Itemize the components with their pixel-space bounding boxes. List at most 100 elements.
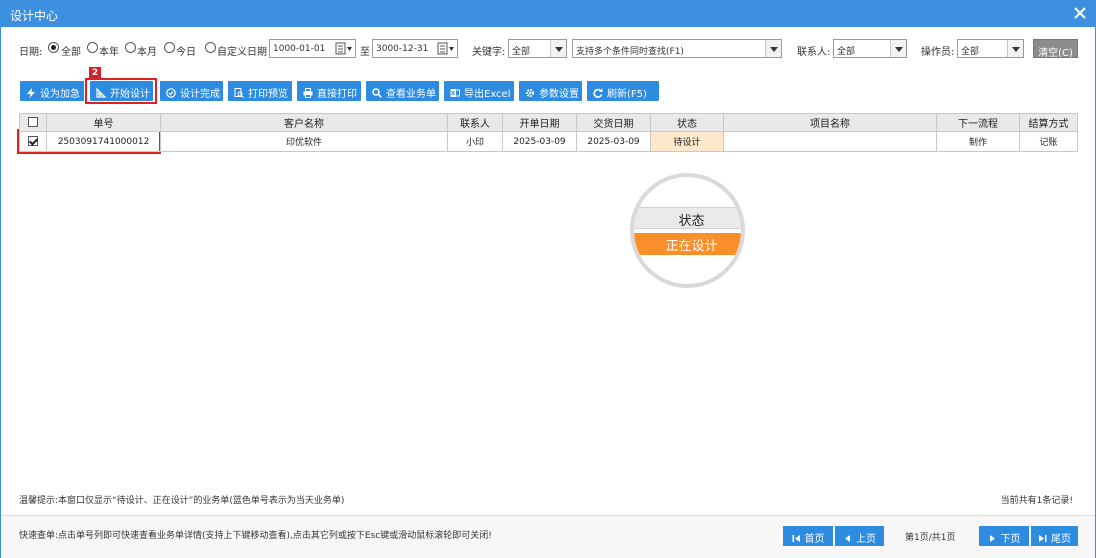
prev-page-icon — [845, 535, 850, 542]
radio-custom[interactable] — [205, 42, 216, 53]
date-label: 日期: — [19, 47, 43, 58]
last-page-label: 尾页 — [1051, 534, 1071, 545]
search-icon — [372, 88, 382, 98]
calendar-dropdown-icon[interactable] — [335, 41, 353, 56]
close-icon[interactable] — [1073, 5, 1087, 21]
date-from-field[interactable]: 1000-01-01 — [269, 39, 356, 58]
lightning-icon — [27, 88, 35, 98]
select-all-header[interactable] — [19, 113, 47, 132]
date-from-value: 1000-01-01 — [273, 44, 326, 54]
set-urgent-button[interactable]: 设为加急 — [20, 81, 84, 101]
select-all-checkbox[interactable] — [28, 117, 38, 127]
delivery-date-cell[interactable]: 2025-03-09 — [576, 131, 651, 152]
footer-bar: 快速查单:点击单号列即可快速查看业务单详情(支持上下键移动查看),点击其它列或按… — [1, 515, 1095, 558]
keyword-search-placeholder: 支持多个条件同时查找(F1) — [576, 47, 684, 57]
keyword-search-input[interactable]: 支持多个条件同时查找(F1) — [572, 39, 782, 58]
next-step-cell[interactable]: 制作 — [936, 131, 1020, 152]
radio-all[interactable] — [48, 42, 59, 53]
set-urgent-label: 设为加急 — [40, 89, 80, 100]
col-order-no[interactable]: 单号 — [46, 113, 161, 132]
last-page-icon — [1039, 535, 1047, 542]
project-cell[interactable] — [723, 131, 937, 152]
status-zoom-callout: 状态 正在设计 — [630, 173, 745, 288]
excel-icon — [450, 89, 460, 97]
print-preview-label: 打印预览 — [248, 89, 288, 100]
row-checkbox[interactable] — [28, 136, 38, 147]
keyword-field-value: 全部 — [512, 47, 531, 57]
col-payment[interactable]: 结算方式 — [1019, 113, 1078, 132]
check-circle-icon — [166, 88, 176, 98]
design-complete-button[interactable]: 设计完成 — [160, 81, 223, 101]
view-order-button[interactable]: 查看业务单 — [366, 81, 439, 101]
first-page-button[interactable]: 首页 — [783, 526, 833, 546]
col-next-step[interactable]: 下一流程 — [936, 113, 1020, 132]
radio-month-label: 本月 — [137, 47, 157, 58]
chevron-down-icon[interactable] — [550, 40, 566, 57]
row-select-cell[interactable] — [19, 131, 47, 152]
contact-label: 联系人: — [797, 47, 831, 58]
keyword-field-select[interactable]: 全部 — [508, 39, 567, 58]
design-complete-label: 设计完成 — [180, 89, 220, 100]
step-badge-2: 2 — [89, 67, 101, 80]
zoom-status-value: 正在设计 — [634, 233, 741, 255]
col-customer[interactable]: 客户名称 — [160, 113, 448, 132]
first-page-label: 首页 — [804, 534, 825, 545]
refresh-icon — [593, 88, 603, 98]
toolbar: 设为加急 开始设计 设计完成 打印预览 直接打印 查看业务单 导出Excel 参… — [1, 81, 1095, 101]
open-date-cell[interactable]: 2025-03-09 — [502, 131, 577, 152]
first-page-icon — [792, 535, 800, 542]
contact-cell[interactable]: 小印 — [447, 131, 503, 152]
hint-text: 温馨提示:本窗口仅显示“待设计、正在设计”的业务单(蓝色单号表示为当天业务单) — [19, 496, 345, 506]
next-page-button[interactable]: 下页 — [979, 526, 1029, 546]
zoom-status-header: 状态 — [634, 207, 741, 229]
operator-select[interactable]: 全部 — [957, 39, 1024, 58]
printer-icon — [303, 88, 313, 98]
title-bar: 设计中心 — [1, 1, 1095, 27]
col-open-date[interactable]: 开单日期 — [502, 113, 577, 132]
chevron-down-icon[interactable] — [890, 40, 906, 57]
status-cell[interactable]: 待设计 — [650, 131, 724, 152]
export-excel-label: 导出Excel — [464, 89, 511, 100]
date-to-field[interactable]: 3000-12-31 — [372, 39, 458, 58]
prev-page-button[interactable]: 上页 — [835, 526, 884, 546]
param-settings-label: 参数设置 — [539, 89, 579, 100]
chevron-down-icon[interactable] — [765, 40, 781, 57]
radio-year[interactable] — [87, 42, 98, 53]
refresh-button[interactable]: 刷新(F5) — [587, 81, 659, 101]
page-info: 第1页/共1页 — [905, 533, 956, 543]
chevron-down-icon[interactable] — [1007, 40, 1023, 57]
radio-year-label: 本年 — [99, 47, 119, 58]
order-no-link[interactable]: 2503091741000012 — [46, 131, 161, 152]
print-preview-icon — [234, 88, 244, 98]
last-page-button[interactable]: 尾页 — [1031, 526, 1078, 546]
print-preview-button[interactable]: 打印预览 — [228, 81, 292, 101]
date-to-value: 3000-12-31 — [376, 44, 429, 54]
col-contact[interactable]: 联系人 — [447, 113, 503, 132]
operator-label: 操作员: — [921, 47, 955, 58]
operator-value: 全部 — [961, 47, 980, 57]
radio-today[interactable] — [164, 42, 175, 53]
prev-page-label: 上页 — [856, 534, 876, 545]
calendar-dropdown-icon[interactable] — [437, 41, 455, 56]
table-row[interactable]: 2503091741000012 印优软件 小印 2025-03-09 2025… — [19, 131, 1078, 152]
customer-cell[interactable]: 印优软件 — [160, 131, 448, 152]
gear-icon — [525, 88, 535, 98]
record-count: 当前共有1条记录! — [1000, 496, 1073, 506]
clear-button[interactable]: 清空(C) — [1033, 39, 1078, 59]
col-project[interactable]: 项目名称 — [723, 113, 937, 132]
filter-bar: 日期: 全部 本年 本月 今日 自定义日期 1000-01-01 至 3000-… — [1, 39, 1095, 59]
radio-month[interactable] — [125, 42, 136, 53]
direct-print-label: 直接打印 — [317, 89, 357, 100]
export-excel-button[interactable]: 导出Excel — [444, 81, 514, 101]
contact-select[interactable]: 全部 — [833, 39, 907, 58]
design-center-window: 设计中心 日期: 全部 本年 本月 今日 自定义日期 1000-01-01 至 … — [0, 0, 1096, 558]
direct-print-button[interactable]: 直接打印 — [297, 81, 361, 101]
order-table: 单号 客户名称 联系人 开单日期 交货日期 状态 项目名称 下一流程 结算方式 … — [19, 113, 1078, 152]
view-order-label: 查看业务单 — [386, 89, 436, 100]
radio-today-label: 今日 — [176, 47, 196, 58]
payment-cell[interactable]: 记账 — [1019, 131, 1078, 152]
col-delivery-date[interactable]: 交货日期 — [576, 113, 651, 132]
param-settings-button[interactable]: 参数设置 — [519, 81, 582, 101]
radio-custom-label: 自定义日期 — [217, 47, 267, 58]
col-status[interactable]: 状态 — [650, 113, 724, 132]
